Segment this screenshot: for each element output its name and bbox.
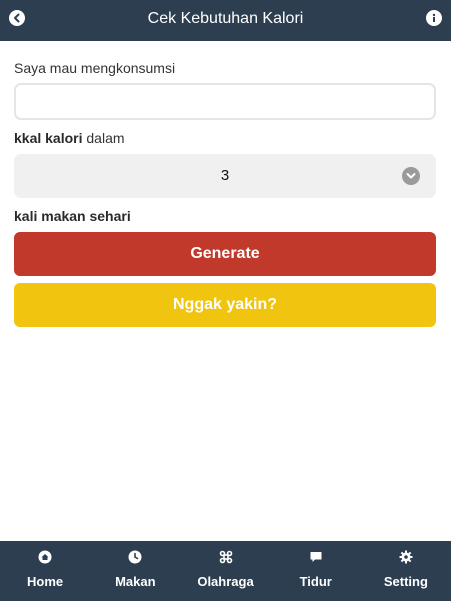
unsure-button[interactable]: Nggak yakin? [14, 283, 436, 327]
nav-label-home: Home [27, 574, 64, 589]
nav-label-olahraga: Olahraga [197, 574, 254, 589]
bottom-navbar: Home Makan Olahraga Tidur Setting [0, 541, 451, 601]
comment-icon [309, 550, 323, 564]
meals-label: kali makan sehari [14, 208, 131, 224]
calorie-input[interactable] [14, 83, 436, 120]
meals-select[interactable]: 3 [14, 154, 436, 198]
meals-label-text: kali makan sehari [14, 208, 131, 224]
page-title: Cek Kebutuhan Kalori [147, 10, 304, 27]
nav-label-setting: Setting [383, 574, 428, 589]
nav-item-setting[interactable]: Setting [361, 541, 451, 601]
nav-item-makan[interactable]: Makan [90, 541, 180, 601]
chevron-down-icon [402, 167, 420, 185]
kcal-label-rest: dalam [82, 130, 125, 146]
app-header: Cek Kebutuhan Kalori [0, 0, 451, 41]
nav-label-makan: Makan [115, 574, 156, 589]
info-icon[interactable] [426, 10, 442, 26]
generate-button[interactable]: Generate [14, 232, 436, 276]
nav-item-tidur[interactable]: Tidur [271, 541, 361, 601]
gear-icon [399, 550, 413, 564]
meals-select-value: 3 [220, 167, 230, 184]
nav-item-home[interactable]: Home [0, 541, 90, 601]
consume-label: Saya mau mengkonsumsi [14, 60, 176, 76]
clock-icon [128, 550, 142, 564]
nav-label-tidur: Tidur [299, 574, 332, 589]
nav-item-olahraga[interactable]: Olahraga [180, 541, 270, 601]
kcal-label: kkal kalori dalam [14, 130, 125, 146]
home-icon [38, 550, 52, 564]
command-icon [219, 550, 233, 564]
kcal-label-bold: kkal kalori [14, 130, 83, 146]
